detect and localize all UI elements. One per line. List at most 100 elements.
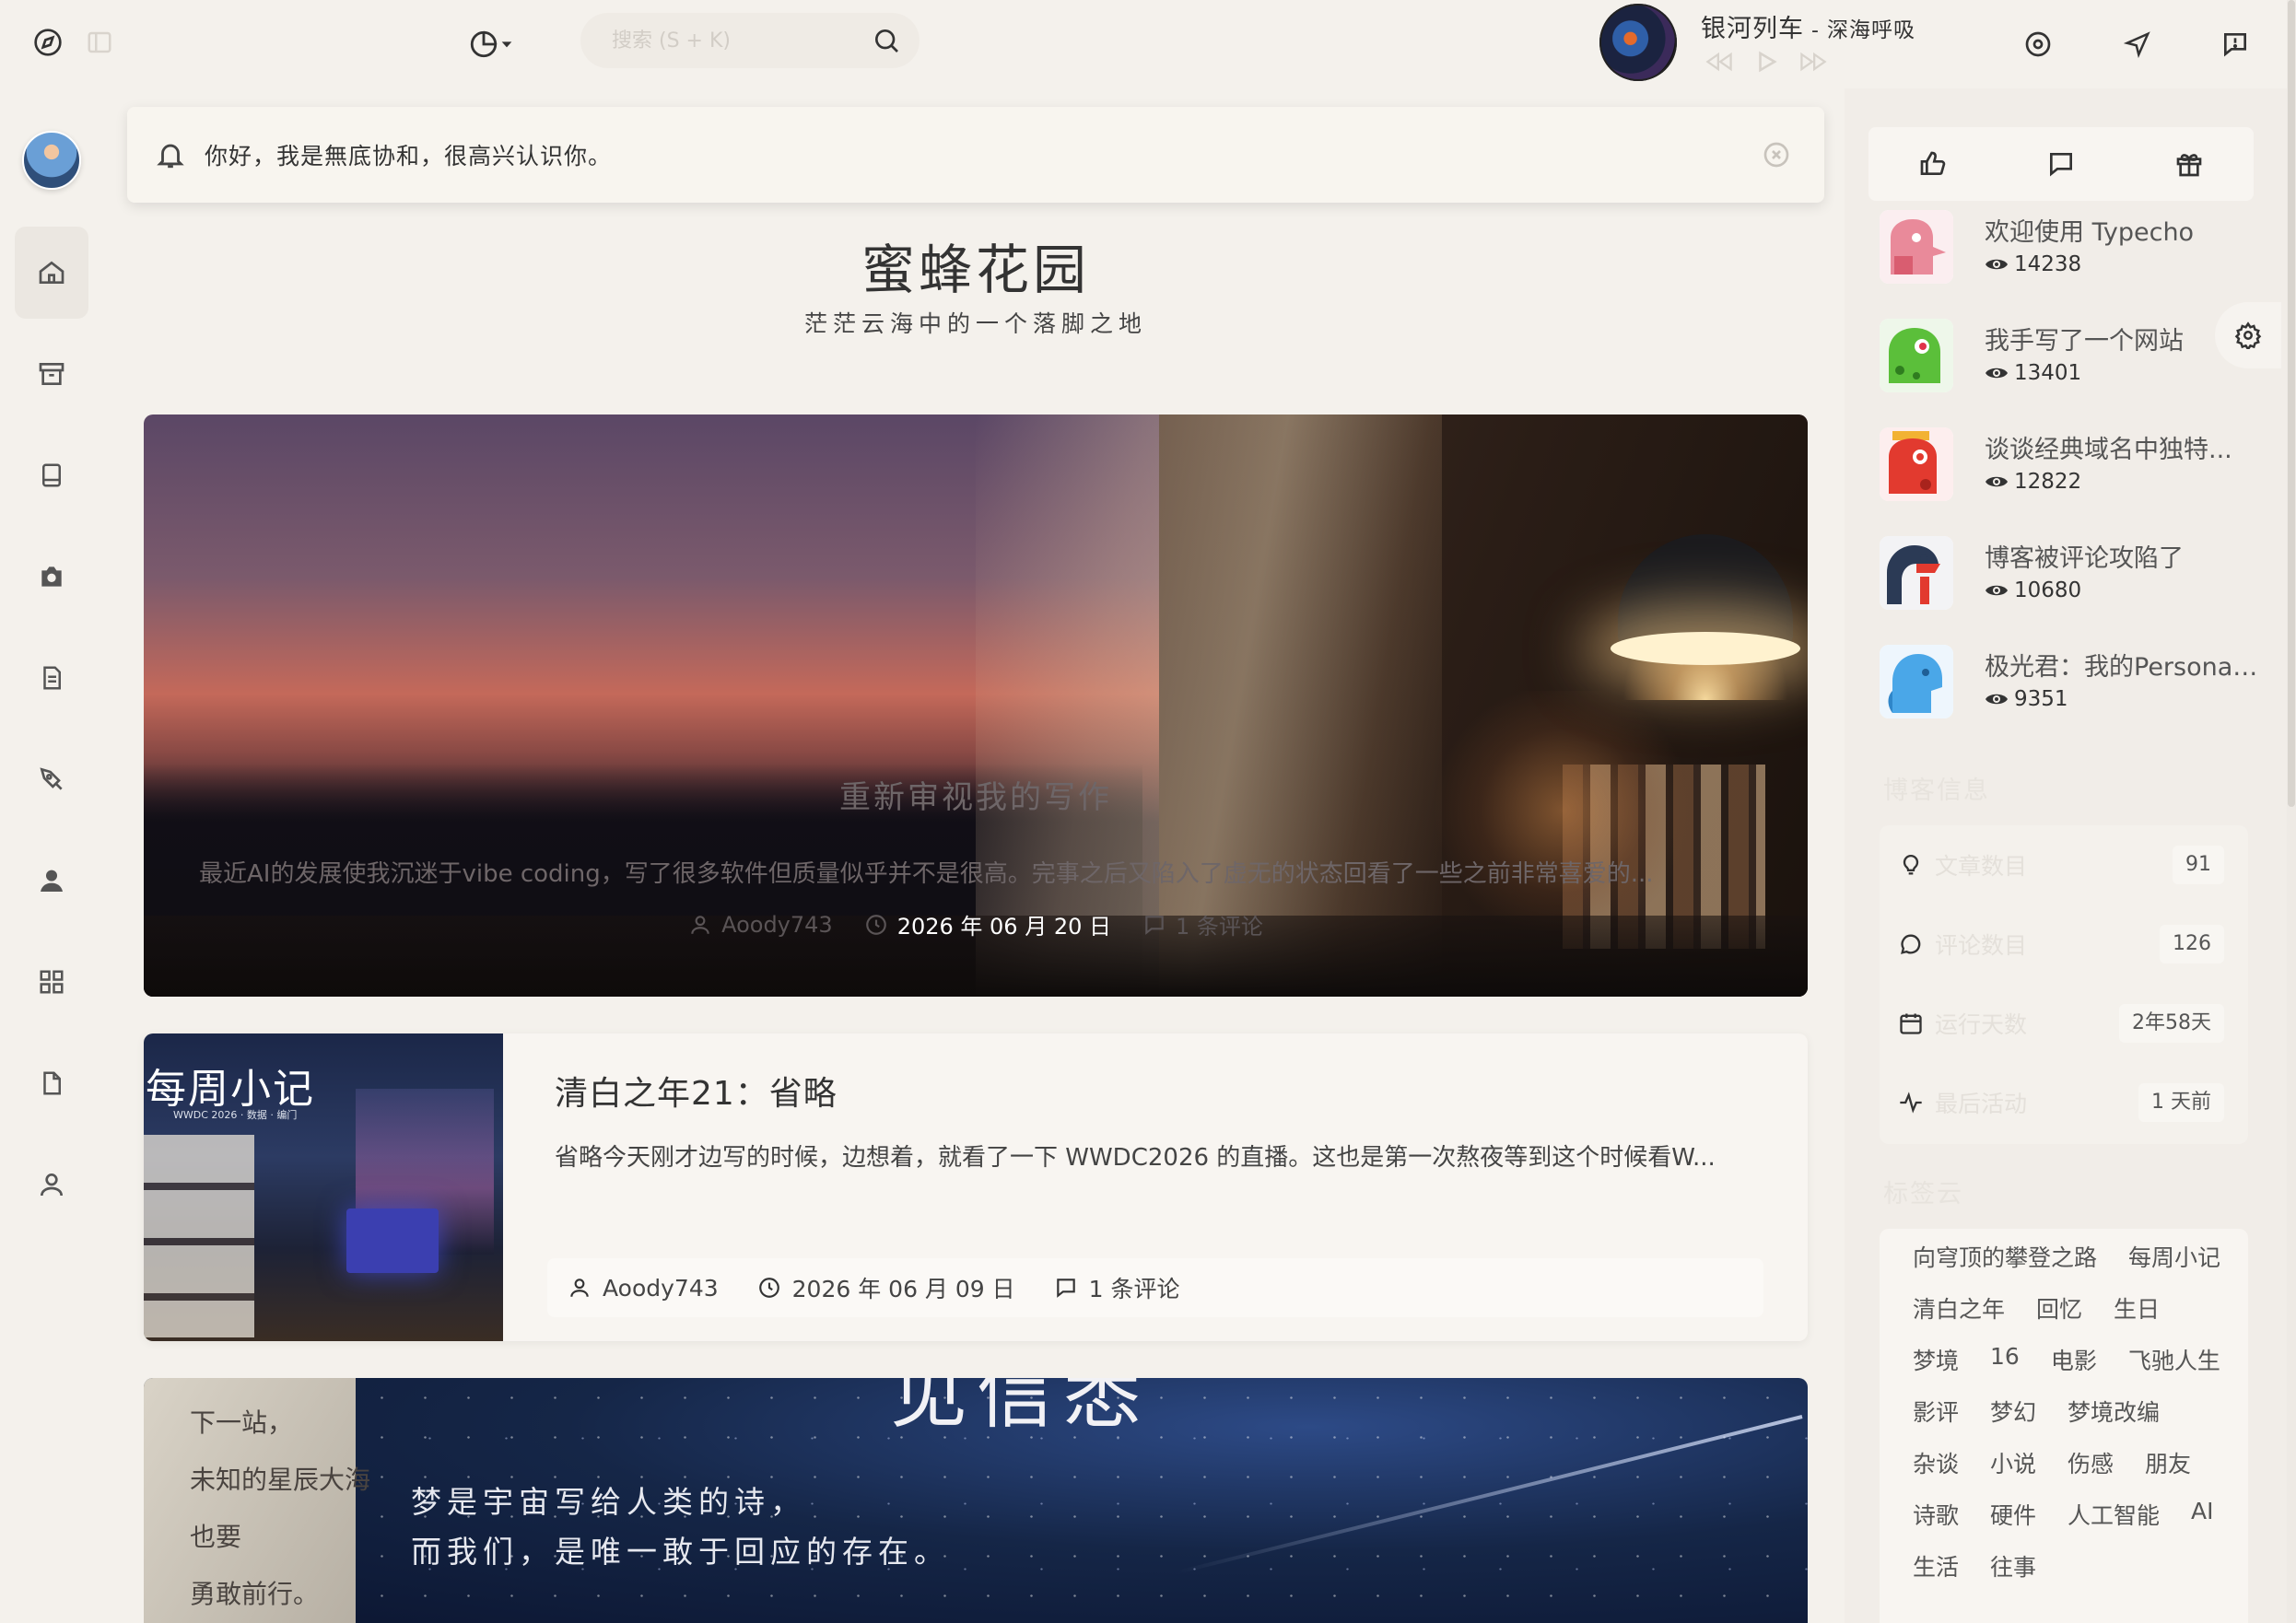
- tab-comments[interactable]: [2041, 144, 2081, 184]
- featured-post-title[interactable]: 重新审视我的写作: [144, 772, 1808, 817]
- tag[interactable]: AI: [2191, 1498, 2213, 1531]
- hot-post-views: 14238: [1985, 252, 2081, 276]
- tag[interactable]: 清白之年: [1913, 1291, 2005, 1325]
- post-comments[interactable]: 1 条评论: [1089, 1271, 1180, 1304]
- info-value: 2年58天: [2119, 1004, 2224, 1043]
- info-row-activity: 最后活动 1 天前: [1880, 1063, 2248, 1142]
- tag[interactable]: 生日: [2114, 1291, 2160, 1325]
- scrollbar-thumb[interactable]: [2288, 0, 2295, 807]
- previous-icon[interactable]: [1704, 50, 1734, 74]
- hot-post-item[interactable]: 欢迎使用 Typecho 14238: [1880, 210, 2267, 319]
- avatar[interactable]: [22, 131, 81, 190]
- gift-icon: [2176, 154, 2202, 177]
- hero-image-lamp-light: [1611, 632, 1800, 665]
- send-icon[interactable]: [2117, 24, 2158, 64]
- tag[interactable]: 回忆: [2036, 1291, 2082, 1325]
- thumbnail-title: 每周小记: [146, 1066, 315, 1113]
- home-icon: [39, 261, 64, 284]
- settings-button[interactable]: [2215, 302, 2281, 368]
- hot-post-title[interactable]: 欢迎使用 Typecho: [1985, 212, 2261, 248]
- tag[interactable]: 16: [1990, 1343, 2020, 1376]
- tag-row: 诗歌 硬件 人工智能 AI: [1913, 1498, 2214, 1531]
- info-label: 评论数目: [1935, 932, 2028, 959]
- nav-archive[interactable]: [15, 328, 88, 420]
- tag[interactable]: 影评: [1913, 1395, 1959, 1428]
- post-title[interactable]: 清白之年21：省略: [555, 1067, 838, 1115]
- search-box: [580, 13, 920, 68]
- cover-title: 见信悉: [890, 1378, 1151, 1439]
- post-date: 2026 年 06 月 09 日: [791, 1276, 1015, 1302]
- tag[interactable]: 梦幻: [1990, 1395, 2036, 1428]
- message-icon[interactable]: [2215, 24, 2255, 64]
- tag[interactable]: 朋友: [2145, 1446, 2191, 1479]
- hot-post-item[interactable]: 谈谈经典域名中独特... 12822: [1880, 427, 2267, 536]
- hot-post-view-count: 10680: [2014, 578, 2082, 602]
- tag[interactable]: 诗歌: [1913, 1498, 1959, 1531]
- tag[interactable]: 杂谈: [1913, 1446, 1959, 1479]
- theme-dropdown-icon[interactable]: [461, 24, 521, 64]
- hot-post-thumbnail: [1880, 319, 1953, 392]
- sidebar-toggle-icon[interactable]: [79, 22, 120, 63]
- next-icon[interactable]: [1798, 50, 1828, 74]
- nav-user[interactable]: [15, 835, 88, 927]
- nav-camera[interactable]: [15, 531, 88, 623]
- info-row-posts: 文章数目 91: [1880, 825, 2248, 905]
- post-card[interactable]: 每周小记 WWDC 2026 · 数据 · 编门 清白之年21：省略 省略今天刚…: [144, 1033, 1808, 1341]
- left-nav: [0, 88, 103, 1623]
- camera-icon: [41, 566, 62, 587]
- tag[interactable]: 每周小记: [2128, 1240, 2220, 1273]
- post-thumbnail[interactable]: 每周小记 WWDC 2026 · 数据 · 编门: [144, 1033, 503, 1341]
- tag[interactable]: 伤感: [2068, 1446, 2114, 1479]
- post-cover-next[interactable]: 下一站， 未知的星辰大海 也要 勇敢前行。 见信悉 梦是宇宙写给人类的诗， 而我…: [144, 1378, 1808, 1623]
- hot-post-title[interactable]: 谈谈经典域名中独特...: [1985, 429, 2261, 465]
- tag[interactable]: 电影: [2051, 1343, 2097, 1376]
- tag-row: 梦境 16 电影 飞驰人生: [1913, 1343, 2220, 1376]
- search-icon[interactable]: [872, 26, 901, 55]
- tag[interactable]: 人工智能: [2068, 1498, 2160, 1531]
- tag[interactable]: 生活: [1913, 1549, 1959, 1582]
- tag[interactable]: 梦境改编: [2068, 1395, 2160, 1428]
- search-input[interactable]: [580, 13, 848, 68]
- featured-post[interactable]: 重新审视我的写作 最近AI的发展使我沉迷于vibe coding，写了很多软件但…: [144, 415, 1808, 997]
- hot-post-item[interactable]: 我手写了一个网站 13401: [1880, 319, 2267, 427]
- grid-icon: [40, 970, 64, 994]
- hot-post-item[interactable]: 极光君：我的Persona ... 9351: [1880, 645, 2267, 753]
- tag[interactable]: 向穹顶的攀登之路: [1913, 1240, 2097, 1273]
- close-icon[interactable]: [1762, 140, 1791, 169]
- nav-pen[interactable]: [15, 733, 88, 825]
- tab-gift[interactable]: [2169, 144, 2209, 184]
- nav-grid[interactable]: [15, 936, 88, 1028]
- tag[interactable]: 硬件: [1990, 1498, 2036, 1531]
- play-icon[interactable]: [1754, 50, 1778, 74]
- hot-post-title[interactable]: 博客被评论攻陷了: [1985, 538, 2261, 574]
- blog-info-title: 博客信息: [1883, 776, 1990, 805]
- page-scrollbar[interactable]: [2287, 0, 2296, 1623]
- nav-file[interactable]: [15, 1037, 88, 1129]
- target-icon[interactable]: [2018, 24, 2058, 64]
- album-cover[interactable]: [1599, 4, 1677, 81]
- hot-posts-list: 欢迎使用 Typecho 14238 我手写了一个网站 13401 谈谈经典域名…: [1880, 210, 2267, 753]
- song-separator: -: [1804, 18, 1827, 42]
- tab-like[interactable]: [1913, 144, 1953, 184]
- comment-icon: [1056, 1279, 1075, 1298]
- featured-post-author[interactable]: Aoody743: [721, 912, 833, 938]
- compass-icon[interactable]: [28, 22, 68, 63]
- featured-post-comments[interactable]: 1 条评论: [1176, 908, 1263, 940]
- activity-icon: [1900, 1092, 1922, 1114]
- info-value: 91: [2173, 846, 2224, 884]
- hot-post-title[interactable]: 极光君：我的Persona ...: [1985, 647, 2261, 683]
- paper-line: 下一站，: [190, 1407, 294, 1438]
- tag[interactable]: 往事: [1990, 1549, 2036, 1582]
- tag[interactable]: 梦境: [1913, 1343, 1959, 1376]
- tag[interactable]: 小说: [1990, 1446, 2036, 1479]
- nav-book[interactable]: [15, 429, 88, 521]
- nav-home[interactable]: [15, 227, 88, 319]
- hot-post-view-count: 9351: [2014, 687, 2068, 711]
- post-author[interactable]: Aoody743: [603, 1275, 719, 1302]
- hot-post-view-count: 14238: [2014, 252, 2082, 276]
- hot-post-item[interactable]: 博客被评论攻陷了 10680: [1880, 536, 2267, 645]
- song-title-line: 银河列车 - 深海呼吸: [1701, 8, 1915, 44]
- nav-profile[interactable]: [15, 1138, 88, 1231]
- nav-document[interactable]: [15, 632, 88, 724]
- tag[interactable]: 飞驰人生: [2128, 1343, 2220, 1376]
